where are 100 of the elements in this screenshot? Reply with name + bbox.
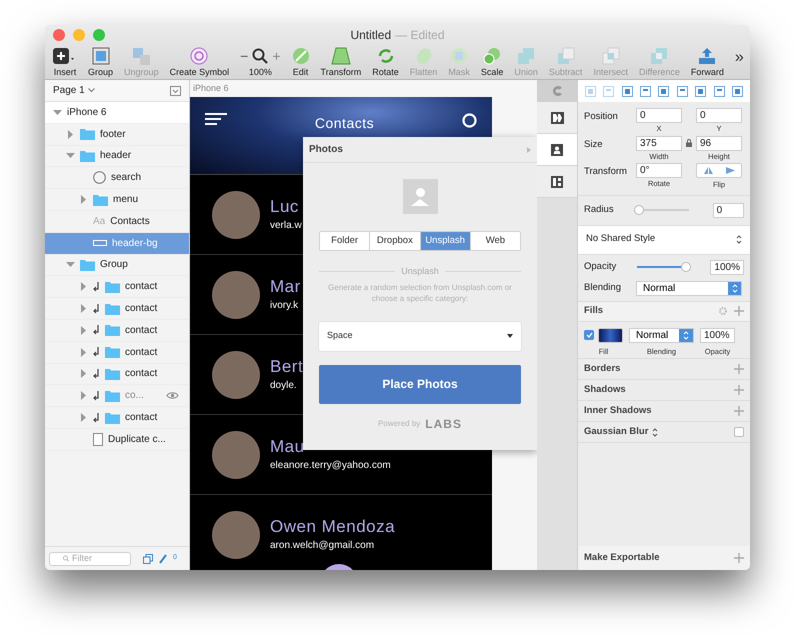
more-button[interactable]: » — [734, 50, 744, 74]
layer-row[interactable]: iPhone 6 — [45, 102, 189, 124]
align-icon[interactable] — [732, 86, 744, 96]
close-button[interactable] — [53, 29, 65, 41]
layer-name: contact — [125, 280, 158, 294]
component-icon[interactable] — [551, 85, 563, 97]
maximize-button[interactable] — [93, 29, 105, 41]
layer-name: iPhone 6 — [67, 106, 106, 120]
symbol-button[interactable]: Create Symbol — [170, 47, 230, 77]
blur-checkbox[interactable] — [734, 427, 744, 437]
blending-select[interactable]: Normal — [629, 328, 694, 342]
zoom-out-button[interactable]: − — [240, 49, 248, 63]
rotate-field[interactable]: 0° — [636, 163, 682, 178]
y-field[interactable]: 0 — [696, 108, 742, 123]
collapsed-caret-icon[interactable] — [79, 282, 88, 292]
folder-icon — [80, 128, 95, 140]
place-photos-button[interactable]: Place Photos — [319, 364, 521, 404]
shared-style-select[interactable]: No Shared Style — [578, 226, 750, 254]
zoom-level[interactable]: 100% — [248, 68, 272, 77]
edit-button[interactable]: Edit — [292, 47, 310, 77]
copy-icon[interactable] — [143, 554, 153, 564]
layer-row[interactable]: contact — [45, 298, 189, 320]
align-icon[interactable] — [658, 86, 670, 96]
add-icon[interactable] — [734, 553, 744, 563]
layer-row[interactable]: contact — [45, 407, 189, 429]
layer-name: footer — [100, 128, 126, 142]
expanded-caret-icon[interactable] — [66, 260, 75, 270]
forward-button[interactable]: Forward — [690, 47, 724, 77]
x-field[interactable]: 0 — [636, 108, 682, 123]
inspector-tab[interactable] — [537, 102, 577, 134]
layer-row[interactable]: contact — [45, 320, 189, 342]
pencil-icon[interactable] — [159, 554, 167, 564]
stepper-icon[interactable] — [652, 428, 658, 436]
category-select[interactable]: Space — [319, 322, 521, 350]
inspector-tab[interactable] — [537, 166, 577, 198]
slider-thumb[interactable] — [634, 205, 644, 215]
layer-row[interactable]: menu — [45, 189, 189, 211]
add-icon[interactable] — [734, 306, 744, 316]
lock-icon[interactable] — [686, 138, 692, 146]
collapsed-caret-icon[interactable] — [79, 413, 88, 422]
align-icon[interactable] — [695, 86, 706, 96]
scale-button[interactable]: Scale — [480, 47, 504, 77]
fill-swatch[interactable] — [598, 328, 623, 342]
rotate-button[interactable]: Rotate — [372, 47, 399, 77]
minimize-button[interactable] — [73, 29, 85, 41]
mask-arrow-icon — [93, 325, 100, 336]
plus-icon — [53, 47, 77, 65]
collapsed-caret-icon[interactable] — [79, 195, 88, 204]
radius-field[interactable]: 0 — [712, 202, 744, 218]
collapsed-caret-icon[interactable] — [66, 130, 75, 139]
group-button[interactable]: Group — [88, 47, 114, 77]
page-selector[interactable]: Page 1 — [53, 83, 85, 98]
layer-row[interactable]: contact — [45, 342, 189, 364]
height-field[interactable]: 96 — [696, 136, 742, 150]
collapsed-caret-icon[interactable] — [79, 369, 88, 378]
align-icon[interactable] — [622, 86, 633, 96]
flip-vertical-icon — [726, 167, 734, 174]
collapsed-caret-icon[interactable] — [79, 304, 88, 314]
width-field[interactable]: 375 — [636, 136, 682, 150]
collapsed-caret-icon[interactable] — [79, 391, 88, 400]
expanded-caret-icon[interactable] — [66, 151, 75, 160]
add-icon[interactable] — [734, 364, 744, 374]
collapse-icon[interactable] — [170, 86, 181, 96]
blending-select[interactable]: Normal — [636, 280, 742, 296]
add-icon[interactable] — [734, 406, 744, 416]
avatar — [212, 350, 260, 398]
mask-arrow-icon — [93, 347, 100, 358]
description: Generate a random selection from Unsplash.com or choose a specific category: — [327, 282, 513, 304]
layer-row[interactable]: contact — [45, 364, 189, 386]
source-tab[interactable]: Folder — [320, 232, 370, 250]
filter-field[interactable]: Filter — [49, 552, 131, 566]
layer-row[interactable]: Duplicate c... — [45, 428, 189, 451]
expanded-caret-icon[interactable] — [53, 108, 62, 117]
inspector-tab[interactable] — [537, 134, 577, 166]
align-icon[interactable] — [714, 86, 725, 96]
layer-row[interactable]: Group — [45, 254, 189, 276]
stepper-icon — [732, 284, 738, 292]
fill-checkbox[interactable] — [584, 330, 594, 340]
source-tab[interactable]: Web — [470, 232, 520, 250]
search-icon[interactable] — [462, 113, 477, 128]
filter-input[interactable]: Filter — [72, 552, 117, 566]
insert-button[interactable]: Insert — [53, 47, 77, 77]
opacity-field[interactable]: 100% — [710, 260, 744, 274]
eye-icon[interactable] — [166, 391, 179, 400]
menu-icon[interactable] — [205, 113, 227, 125]
flip-buttons[interactable] — [696, 163, 742, 178]
layer-row[interactable]: footer — [45, 124, 189, 146]
add-icon[interactable] — [734, 385, 744, 395]
layer-row[interactable]: contact — [45, 276, 189, 298]
align-icon[interactable] — [676, 86, 688, 96]
slider-thumb[interactable] — [680, 262, 691, 272]
layer-row[interactable]: search — [45, 167, 189, 190]
collapsed-caret-icon[interactable] — [79, 326, 88, 335]
align-icon[interactable] — [640, 86, 652, 96]
opacity-field[interactable]: 100% — [700, 328, 735, 342]
source-tab[interactable]: Dropbox — [369, 232, 420, 250]
layer-row[interactable]: header — [45, 146, 189, 168]
subtract-icon — [556, 47, 575, 65]
transform-button[interactable]: Transform — [320, 47, 362, 77]
collapsed-caret-icon[interactable] — [79, 348, 88, 357]
